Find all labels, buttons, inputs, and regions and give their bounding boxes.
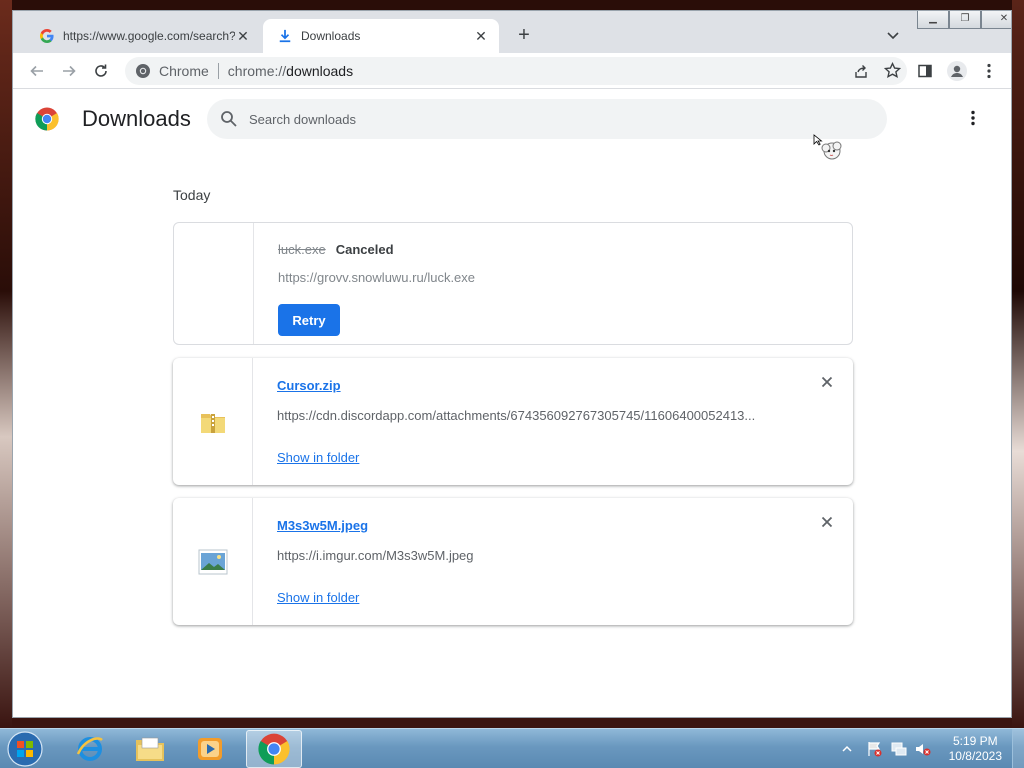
omnibox-divider bbox=[217, 63, 219, 79]
search-icon bbox=[221, 111, 237, 127]
download-item: M3s3w5M.jpeg https://i.imgur.com/M3s3w5M… bbox=[173, 498, 853, 625]
chrome-logo-icon bbox=[35, 107, 59, 131]
action-center-flag-icon[interactable] bbox=[866, 740, 884, 758]
address-bar[interactable]: Chrome chrome:// downloads bbox=[125, 57, 907, 85]
tab-google-search[interactable]: https://www.google.com/search? ✕ bbox=[25, 19, 261, 53]
bookmark-star-icon[interactable] bbox=[884, 62, 901, 79]
side-panel-icon[interactable] bbox=[915, 61, 935, 81]
tab-title: https://www.google.com/search? bbox=[63, 29, 235, 43]
chrome-window: https://www.google.com/search? ✕ Downloa… bbox=[12, 10, 1012, 718]
show-desktop-button[interactable] bbox=[1012, 729, 1024, 768]
forward-arrow-icon[interactable] bbox=[59, 61, 79, 81]
internet-explorer-icon[interactable] bbox=[62, 730, 118, 768]
reload-icon[interactable] bbox=[91, 61, 111, 81]
sheep-cursor-icon bbox=[813, 134, 845, 166]
url-path: downloads bbox=[286, 63, 354, 79]
desktop-wallpaper-right bbox=[1012, 0, 1024, 728]
search-downloads-bar[interactable] bbox=[207, 99, 887, 139]
browser-toolbar: Chrome chrome:// downloads bbox=[13, 53, 1011, 89]
tab-downloads[interactable]: Downloads ✕ bbox=[263, 19, 499, 53]
download-file-link[interactable]: Cursor.zip bbox=[277, 378, 341, 393]
tab-close-icon[interactable]: ✕ bbox=[473, 28, 489, 44]
show-hidden-icons-chevron-icon[interactable] bbox=[842, 744, 852, 754]
show-in-folder-link[interactable]: Show in folder bbox=[277, 590, 359, 605]
tab-title: Downloads bbox=[301, 29, 361, 43]
chrome-site-icon bbox=[135, 63, 151, 79]
download-item-body: M3s3w5M.jpeg https://i.imgur.com/M3s3w5M… bbox=[277, 517, 805, 607]
download-item-icon-column bbox=[173, 358, 253, 485]
page-title: Downloads bbox=[82, 106, 191, 131]
taskbar-clock[interactable]: 5:19 PM 10/8/2023 bbox=[949, 734, 1002, 764]
download-item-body: Cursor.zip https://cdn.discordapp.com/at… bbox=[277, 377, 805, 467]
download-item-icon-column bbox=[173, 498, 253, 625]
site-label: Chrome bbox=[159, 63, 209, 79]
close-window-button[interactable]: ✕ bbox=[981, 11, 1011, 29]
network-icon[interactable] bbox=[890, 740, 908, 758]
download-icon bbox=[277, 28, 293, 44]
system-tray bbox=[842, 737, 932, 761]
download-item: luck.exe Canceled https://grovv.snowluwu… bbox=[173, 222, 853, 345]
show-in-folder-link[interactable]: Show in folder bbox=[277, 450, 359, 465]
profile-avatar-icon[interactable] bbox=[947, 61, 967, 81]
maximize-button[interactable]: ❐ bbox=[949, 11, 981, 29]
downloads-more-options-icon[interactable] bbox=[963, 108, 983, 128]
remove-download-close-icon[interactable] bbox=[819, 374, 835, 390]
download-url: https://grovv.snowluwu.ru/luck.exe bbox=[278, 270, 476, 285]
tab-strip: https://www.google.com/search? ✕ Downloa… bbox=[13, 11, 1011, 53]
download-file-link[interactable]: M3s3w5M.jpeg bbox=[277, 518, 368, 533]
remove-download-close-icon[interactable] bbox=[819, 514, 835, 530]
download-item-icon-column bbox=[174, 223, 254, 344]
download-status: Canceled bbox=[335, 242, 394, 257]
desktop-wallpaper-top bbox=[0, 0, 1024, 10]
image-file-icon bbox=[198, 549, 227, 574]
download-item-body: luck.exe Canceled https://grovv.snowluwu… bbox=[278, 242, 804, 336]
share-icon[interactable] bbox=[853, 63, 869, 79]
download-file-name: luck.exe bbox=[278, 242, 326, 257]
download-url: https://cdn.discordapp.com/attachments/6… bbox=[277, 408, 756, 423]
windows-taskbar: 5:19 PM 10/8/2023 bbox=[0, 728, 1024, 768]
downloads-header: Downloads bbox=[13, 90, 1011, 150]
download-item: Cursor.zip https://cdn.discordapp.com/at… bbox=[173, 358, 853, 485]
downloads-page: Downloads Today luck.exe Canceled https:… bbox=[13, 90, 1011, 717]
back-arrow-icon[interactable] bbox=[27, 61, 47, 81]
download-url: https://i.imgur.com/M3s3w5M.jpeg bbox=[277, 548, 474, 563]
chevron-down-icon[interactable] bbox=[885, 27, 901, 43]
clock-date: 10/8/2023 bbox=[948, 749, 1002, 763]
tab-close-icon[interactable]: ✕ bbox=[235, 28, 251, 44]
menu-kebab-icon[interactable] bbox=[979, 61, 999, 81]
url-scheme: chrome:// bbox=[227, 63, 287, 79]
desktop-wallpaper-left bbox=[0, 0, 12, 728]
chrome-icon[interactable] bbox=[246, 730, 302, 768]
retry-button[interactable]: Retry bbox=[278, 304, 340, 336]
google-g-icon bbox=[39, 28, 55, 44]
search-downloads-input[interactable] bbox=[249, 111, 809, 127]
volume-muted-icon[interactable] bbox=[914, 740, 932, 758]
window-controls: ▁ ❐ ✕ bbox=[917, 11, 1011, 29]
start-button[interactable] bbox=[6, 730, 44, 768]
new-tab-button[interactable]: + bbox=[513, 25, 535, 47]
media-player-icon[interactable] bbox=[182, 730, 238, 768]
zip-folder-icon bbox=[200, 413, 225, 433]
file-explorer-icon[interactable] bbox=[122, 730, 178, 768]
clock-time: 5:19 PM bbox=[952, 734, 998, 748]
minimize-button[interactable]: ▁ bbox=[917, 11, 949, 29]
date-section-label: Today bbox=[173, 187, 211, 203]
